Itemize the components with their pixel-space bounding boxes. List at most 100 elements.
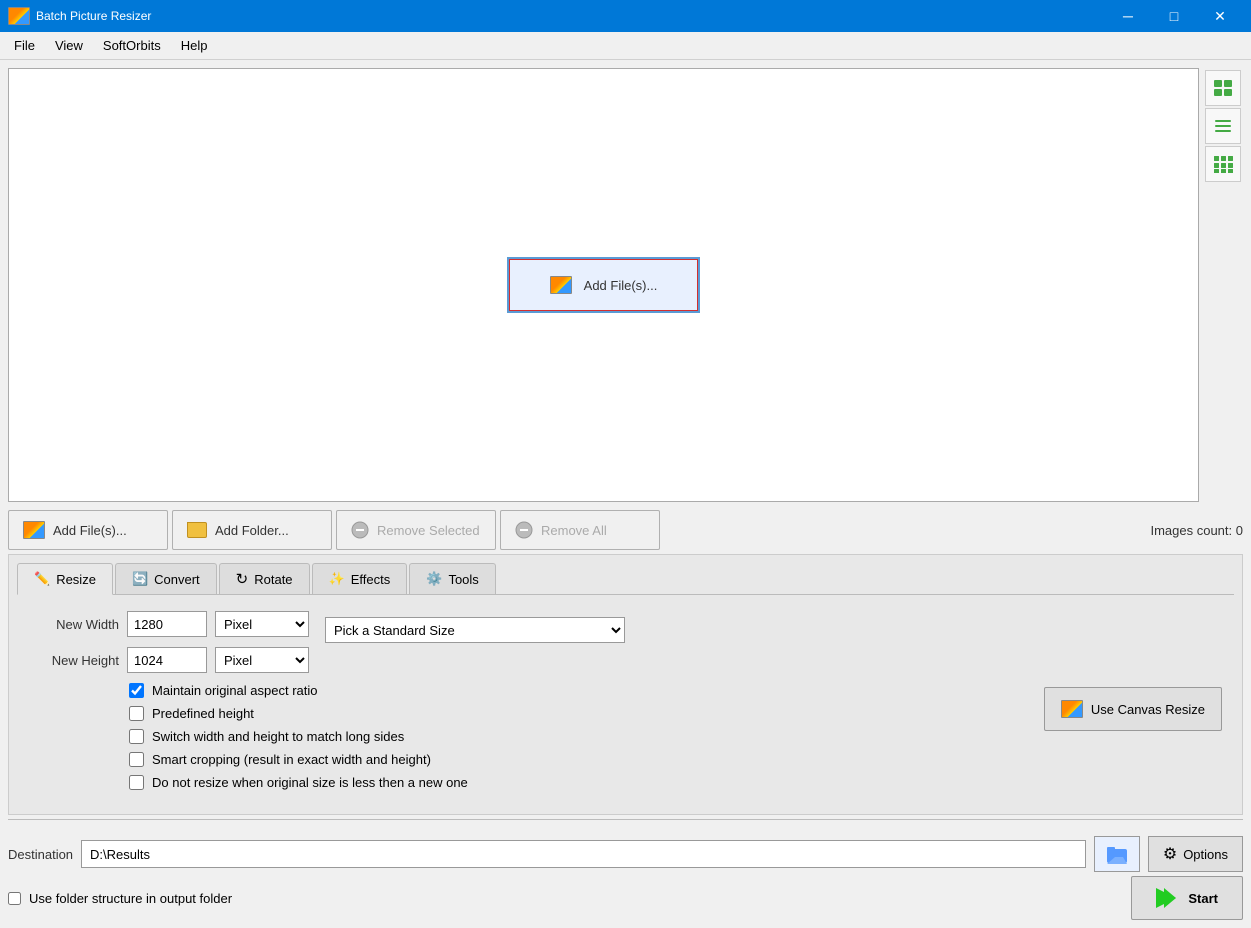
options-button[interactable]: ⚙ Options <box>1148 836 1243 872</box>
add-folder-button[interactable]: Add Folder... <box>172 510 332 550</box>
remove-selected-icon <box>351 521 369 539</box>
new-width-input[interactable] <box>127 611 207 637</box>
canvas-resize-label: Use Canvas Resize <box>1091 702 1205 717</box>
tab-resize[interactable]: ✏️ Resize <box>17 563 113 595</box>
switch-dim-row: Switch width and height to match long si… <box>129 729 1024 744</box>
start-button[interactable]: Start <box>1131 876 1243 920</box>
view-buttons <box>1203 68 1243 502</box>
maximize-button[interactable]: □ <box>1151 0 1197 32</box>
bottom-panel: ✏️ Resize 🔄 Convert ↻ Rotate ✨ Effects ⚙… <box>8 554 1243 815</box>
destination-browse-button[interactable] <box>1094 836 1140 872</box>
remove-selected-button[interactable]: Remove Selected <box>336 510 496 550</box>
predefined-height-checkbox[interactable] <box>129 706 144 721</box>
add-folder-label: Add Folder... <box>215 523 289 538</box>
folder-structure-row: Use folder structure in output folder <box>8 887 232 910</box>
standard-size-select[interactable]: Pick a Standard Size 800x600 1024x768 12… <box>325 617 625 643</box>
images-count-value: 0 <box>1236 523 1243 538</box>
bottom-section: Destination ⚙ Options Use folder structu… <box>8 819 1243 920</box>
menu-bar: File View SoftOrbits Help <box>0 32 1251 60</box>
new-width-label: New Width <box>29 617 119 632</box>
convert-tab-label: Convert <box>154 572 200 587</box>
new-height-label: New Height <box>29 653 119 668</box>
menu-help[interactable]: Help <box>171 34 218 57</box>
tab-tools[interactable]: ⚙️ Tools <box>409 563 496 594</box>
tools-tab-icon: ⚙️ <box>426 571 442 587</box>
add-folder-icon <box>187 522 207 538</box>
rotate-tab-icon: ↻ <box>236 570 249 588</box>
effects-tab-icon: ✨ <box>329 571 345 587</box>
predefined-height-label: Predefined height <box>152 706 254 721</box>
canvas-resize-icon <box>1061 700 1083 718</box>
destination-input[interactable] <box>81 840 1086 868</box>
view-list-button[interactable] <box>1205 108 1241 144</box>
menu-file[interactable]: File <box>4 34 45 57</box>
aspect-ratio-label: Maintain original aspect ratio <box>152 683 317 698</box>
checkboxes-col: Maintain original aspect ratio Predefine… <box>29 683 1024 798</box>
menu-softorbits[interactable]: SoftOrbits <box>93 34 171 57</box>
add-files-toolbar-icon <box>23 521 45 539</box>
remove-all-button[interactable]: Remove All <box>500 510 660 550</box>
view-grid-button[interactable] <box>1205 146 1241 182</box>
destination-label: Destination <box>8 847 73 862</box>
add-files-big-button[interactable]: Add File(s)... <box>507 257 701 313</box>
grid-view-icon <box>1213 155 1233 173</box>
convert-tab-icon: 🔄 <box>132 571 148 587</box>
folder-structure-label: Use folder structure in output folder <box>29 891 232 906</box>
remove-selected-label: Remove Selected <box>377 523 480 538</box>
toolbar: Add File(s)... Add Folder... Remove Sele… <box>8 510 1243 550</box>
menu-view[interactable]: View <box>45 34 93 57</box>
checkboxes-area: Maintain original aspect ratio Predefine… <box>29 683 1222 798</box>
add-files-label: Add File(s)... <box>53 523 127 538</box>
add-files-button[interactable]: Add File(s)... <box>8 510 168 550</box>
options-label: Options <box>1183 847 1228 862</box>
no-resize-row: Do not resize when original size is less… <box>129 775 1024 790</box>
width-row: New Width Pixel Percent Centimeter Inch <box>29 611 309 637</box>
resize-panel: New Width Pixel Percent Centimeter Inch … <box>17 603 1234 806</box>
list-view-icon <box>1213 117 1233 135</box>
switch-dimensions-checkbox[interactable] <box>129 729 144 744</box>
start-label: Start <box>1188 891 1218 906</box>
title-bar-controls: ─ □ ✕ <box>1105 0 1243 32</box>
tab-rotate[interactable]: ↻ Rotate <box>219 563 310 594</box>
tab-effects[interactable]: ✨ Effects <box>312 563 408 594</box>
canvas-resize-button[interactable]: Use Canvas Resize <box>1044 687 1222 731</box>
height-row: New Height Pixel Percent Centimeter Inch <box>29 647 309 673</box>
no-resize-checkbox[interactable] <box>129 775 144 790</box>
add-files-icon <box>550 276 572 294</box>
tab-convert[interactable]: 🔄 Convert <box>115 563 217 594</box>
switch-dimensions-label: Switch width and height to match long si… <box>152 729 404 744</box>
title-bar-left: Batch Picture Resizer <box>8 7 151 25</box>
aspect-ratio-row: Maintain original aspect ratio <box>129 683 1024 698</box>
minimize-button[interactable]: ─ <box>1105 0 1151 32</box>
remove-all-icon <box>515 521 533 539</box>
width-unit-select[interactable]: Pixel Percent Centimeter Inch <box>215 611 309 637</box>
resize-form: New Width Pixel Percent Centimeter Inch … <box>29 611 309 683</box>
aspect-ratio-checkbox[interactable] <box>129 683 144 698</box>
gear-icon: ⚙ <box>1163 844 1177 864</box>
view-thumbnail-button[interactable] <box>1205 70 1241 106</box>
no-resize-label: Do not resize when original size is less… <box>152 775 468 790</box>
canvas-resize-container: Use Canvas Resize <box>1044 683 1222 731</box>
remove-all-label: Remove All <box>541 523 607 538</box>
images-count-label: Images count: <box>1150 523 1232 538</box>
tabs: ✏️ Resize 🔄 Convert ↻ Rotate ✨ Effects ⚙… <box>17 563 1234 595</box>
folder-structure-checkbox[interactable] <box>8 892 21 905</box>
start-icon <box>1156 888 1180 908</box>
image-list-container: Add File(s)... <box>8 68 1243 502</box>
destination-bar: Destination ⚙ Options <box>8 828 1243 876</box>
images-count: Images count: 0 <box>1150 523 1243 538</box>
thumbnail-view-icon <box>1213 79 1233 97</box>
tools-tab-label: Tools <box>448 572 478 587</box>
effects-tab-label: Effects <box>351 572 391 587</box>
height-unit-select[interactable]: Pixel Percent Centimeter Inch <box>215 647 309 673</box>
rotate-tab-label: Rotate <box>254 572 292 587</box>
smart-crop-checkbox[interactable] <box>129 752 144 767</box>
smart-crop-row: Smart cropping (result in exact width an… <box>129 752 1024 767</box>
new-height-input[interactable] <box>127 647 207 673</box>
smart-crop-label: Smart cropping (result in exact width an… <box>152 752 431 767</box>
app-title: Batch Picture Resizer <box>36 9 151 23</box>
image-list: Add File(s)... <box>8 68 1199 502</box>
app-icon <box>8 7 30 25</box>
close-button[interactable]: ✕ <box>1197 0 1243 32</box>
browse-folder-icon <box>1105 842 1129 866</box>
